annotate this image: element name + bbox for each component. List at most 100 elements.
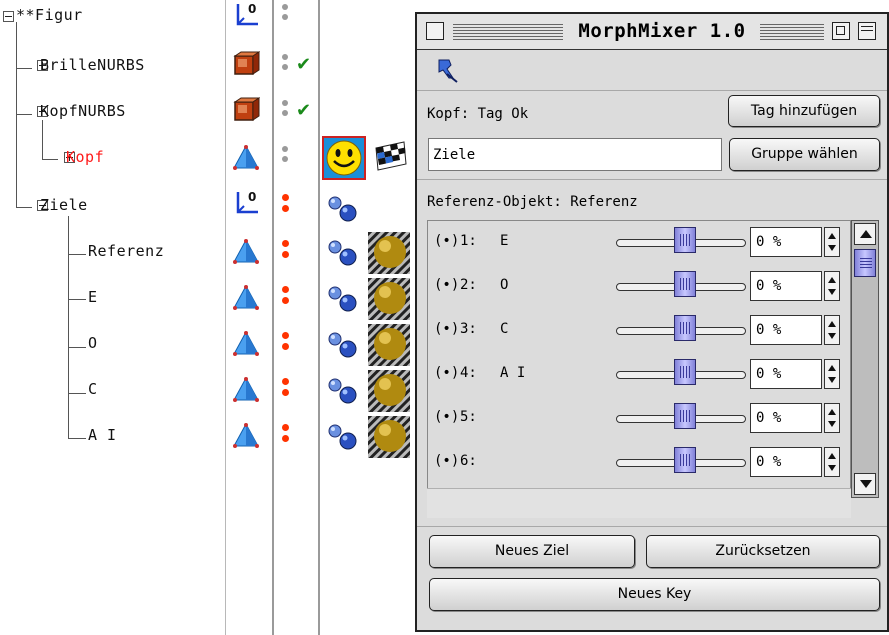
radio-button[interactable]: (•) [434, 277, 459, 293]
reference-object-label: Referenz-Objekt: Referenz [427, 194, 638, 210]
object-name: A I [88, 426, 117, 444]
polygon-object-icon[interactable] [232, 376, 260, 404]
visibility-dots[interactable] [282, 2, 292, 32]
separator [417, 90, 887, 91]
object-name: BrilleNURBS [40, 56, 145, 74]
visibility-dots[interactable] [282, 192, 292, 222]
object-name: **Figur [16, 6, 83, 24]
morph-index: 1: [460, 233, 477, 249]
visibility-dots[interactable] [282, 422, 292, 452]
material-ball-icon[interactable] [368, 416, 410, 458]
group-field[interactable] [428, 138, 722, 171]
morph-index: 3: [460, 321, 477, 337]
slider-thumb[interactable] [674, 359, 697, 385]
morphmixer-window: MorphMixer 1.0 Kopf: Tag Ok Tag hinzufüg… [415, 12, 889, 632]
material-ball-icon[interactable] [368, 370, 410, 412]
texture-tag-icon[interactable] [370, 138, 410, 178]
polygon-object-icon[interactable] [232, 330, 260, 358]
tree-row-brillenurbs[interactable]: BrilleNURBS ✔ [0, 44, 420, 90]
visibility-dots[interactable] [282, 284, 292, 314]
window-title: MorphMixer 1.0 [578, 20, 746, 42]
morph-index: 2: [460, 277, 477, 293]
collapse-toggle[interactable] [3, 11, 14, 22]
scroll-down-icon[interactable] [854, 473, 876, 495]
material-ball-icon[interactable] [368, 232, 410, 274]
morph-tag-icon[interactable] [326, 422, 362, 452]
visibility-dots[interactable] [282, 376, 292, 406]
morph-tag-icon[interactable] [326, 376, 362, 406]
radio-button[interactable]: (•) [434, 453, 459, 469]
nurbs-cube-icon[interactable] [232, 96, 260, 124]
polygon-object-icon[interactable] [232, 284, 260, 312]
slider-thumb[interactable] [674, 315, 697, 341]
polygon-object-icon[interactable] [232, 238, 260, 266]
material-ball-icon[interactable] [368, 324, 410, 366]
new-key-button[interactable]: Neues Key [429, 578, 880, 611]
polygon-object-icon[interactable] [232, 144, 260, 172]
morph-tag-icon[interactable] [326, 330, 362, 360]
close-box-icon[interactable] [426, 22, 444, 40]
radio-button[interactable]: (•) [434, 233, 459, 249]
stepper-arrows-icon[interactable] [824, 227, 840, 257]
nurbs-cube-icon[interactable] [232, 50, 260, 78]
percent-field[interactable]: 0 % [750, 447, 822, 477]
morph-tag-icon[interactable] [326, 238, 362, 268]
collapse-box-icon[interactable] [858, 22, 876, 40]
object-name: Ziele [40, 196, 88, 214]
morph-name: E [500, 233, 509, 249]
enabled-check-icon[interactable]: ✔ [296, 54, 311, 75]
null-object-icon[interactable]: 0 [232, 188, 262, 218]
slider-thumb[interactable] [674, 403, 697, 429]
percent-field[interactable]: 0 % [750, 315, 822, 345]
percent-field[interactable]: 0 % [750, 403, 822, 433]
vertical-scrollbar[interactable] [851, 220, 879, 498]
titlebar-stripes [760, 22, 824, 40]
stepper-arrows-icon[interactable] [824, 271, 840, 301]
svg-text:0: 0 [248, 2, 256, 16]
enabled-check-icon[interactable]: ✔ [296, 100, 311, 121]
object-name: KopfNURBS [40, 102, 126, 120]
stepper-arrows-icon[interactable] [824, 403, 840, 433]
polygon-object-icon[interactable] [232, 422, 260, 450]
visibility-dots[interactable] [282, 52, 292, 82]
pin-icon[interactable] [433, 56, 461, 84]
reset-button[interactable]: Zurücksetzen [646, 535, 880, 568]
stepper-arrows-icon[interactable] [824, 447, 840, 477]
visibility-dots[interactable] [282, 144, 292, 174]
tree-row-figur[interactable]: **Figur 0 [0, 0, 420, 46]
zoom-box-icon[interactable] [832, 22, 850, 40]
radio-button[interactable]: (•) [434, 321, 459, 337]
object-name: O [88, 334, 98, 352]
slider-thumb[interactable] [674, 227, 697, 253]
visibility-dots[interactable] [282, 98, 292, 128]
svg-text:0: 0 [248, 190, 256, 204]
scroll-thumb[interactable] [854, 249, 876, 277]
morph-name: A I [500, 365, 526, 381]
percent-field[interactable]: 0 % [750, 227, 822, 257]
null-object-icon[interactable]: 0 [232, 0, 262, 30]
stepper-arrows-icon[interactable] [824, 359, 840, 389]
percent-field[interactable]: 0 % [750, 359, 822, 389]
scroll-up-icon[interactable] [854, 223, 876, 245]
new-target-button[interactable]: Neues Ziel [429, 535, 635, 568]
morph-name: C [500, 321, 509, 337]
slider-thumb[interactable] [674, 447, 697, 473]
display-tag-icon[interactable] [322, 136, 366, 180]
radio-button[interactable]: (•) [434, 365, 459, 381]
window-titlebar[interactable]: MorphMixer 1.0 [417, 14, 887, 50]
morph-tag-icon[interactable] [326, 284, 362, 314]
tree-row-kopfnurbs[interactable]: KopfNURBS ✔ [0, 90, 420, 136]
material-ball-icon[interactable] [368, 278, 410, 320]
morph-index: 6: [460, 453, 477, 469]
select-group-button[interactable]: Gruppe wählen [729, 138, 880, 171]
slider-thumb[interactable] [674, 271, 697, 297]
morph-row: (•) 4: A I 0 % [428, 353, 850, 397]
morph-row: (•) 3: C 0 % [428, 309, 850, 353]
morph-tag-icon[interactable] [326, 194, 362, 224]
visibility-dots[interactable] [282, 330, 292, 360]
visibility-dots[interactable] [282, 238, 292, 268]
stepper-arrows-icon[interactable] [824, 315, 840, 345]
percent-field[interactable]: 0 % [750, 271, 822, 301]
add-tag-button[interactable]: Tag hinzufügen [728, 95, 880, 127]
radio-button[interactable]: (•) [434, 409, 459, 425]
